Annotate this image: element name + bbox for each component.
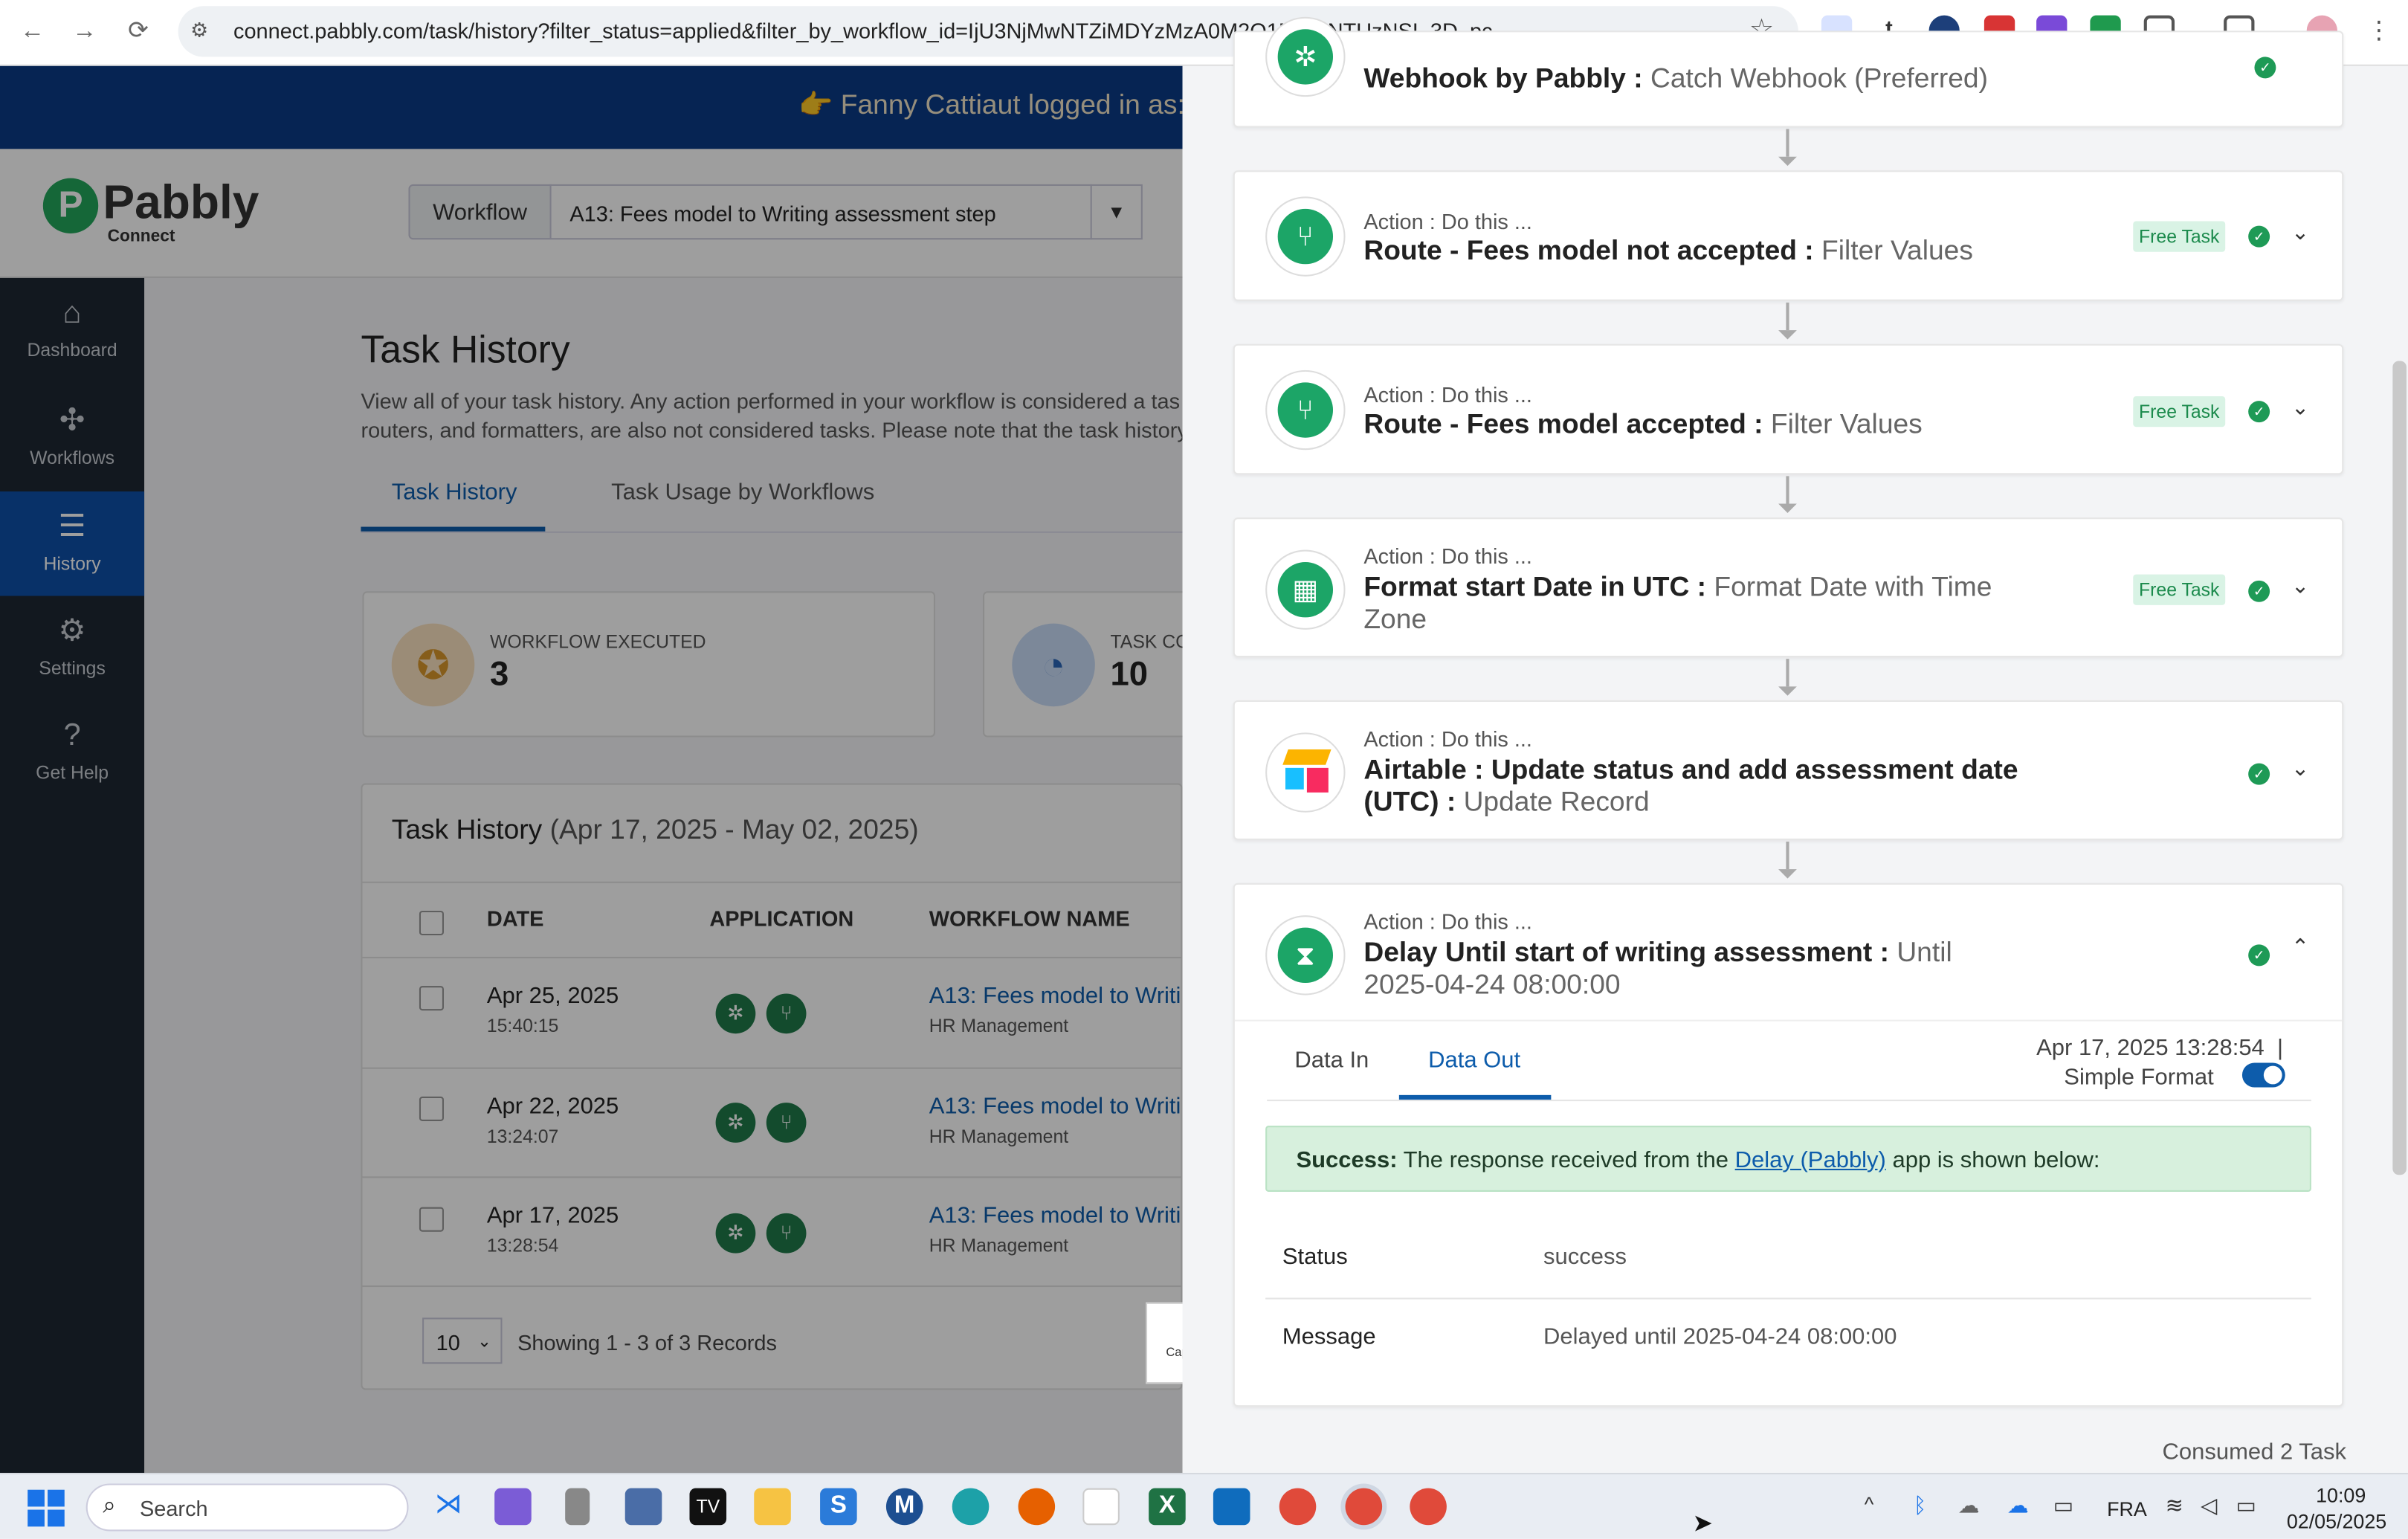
step-card-route-not-accepted[interactable]: ⑂ Action : Do this ... Route - Fees mode… bbox=[1233, 170, 2344, 301]
calculator-icon[interactable] bbox=[624, 1488, 662, 1526]
step-icon: ⧗ bbox=[1265, 915, 1346, 996]
app-icon[interactable] bbox=[1082, 1488, 1120, 1526]
success-check-icon: ✓ bbox=[2254, 57, 2276, 79]
forward-icon[interactable]: → bbox=[68, 16, 101, 49]
chevron-down-icon[interactable]: ⌄ bbox=[2291, 395, 2309, 421]
chevron-down-icon[interactable]: ⌄ bbox=[2291, 755, 2309, 781]
active-tab-underline bbox=[1398, 1094, 1552, 1100]
windows-start-icon[interactable] bbox=[28, 1489, 65, 1527]
kv-key: Status bbox=[1282, 1244, 1348, 1271]
success-check-icon: ✓ bbox=[2248, 580, 2270, 602]
simple-format-label: Simple Format bbox=[2064, 1064, 2214, 1091]
tab-divider bbox=[1267, 1100, 2311, 1102]
chrome-icon[interactable] bbox=[1345, 1488, 1383, 1526]
free-task-badge: Free Task bbox=[2133, 574, 2226, 605]
app-icon[interactable] bbox=[494, 1488, 532, 1526]
onedrive-icon[interactable]: ☁ bbox=[2007, 1493, 2029, 1519]
edge-icon[interactable] bbox=[952, 1488, 990, 1526]
airtable-icon bbox=[1265, 732, 1346, 813]
step-title: Delay Until start of writing assessment … bbox=[1363, 937, 1952, 1000]
chevron-down-icon[interactable]: ⌄ bbox=[2291, 573, 2309, 599]
kv-value: success bbox=[1543, 1244, 1627, 1271]
router-icon: ⑂ bbox=[1277, 208, 1334, 265]
step-card-airtable[interactable]: Action : Do this ... Airtable : Update s… bbox=[1233, 700, 2344, 840]
step-card-route-accepted[interactable]: ⑂ Action : Do this ... Route - Fees mode… bbox=[1233, 343, 2344, 475]
mouse-cursor-icon: ➤ bbox=[1692, 1511, 1714, 1538]
taskbar-search[interactable]: ⌕ Search bbox=[85, 1483, 409, 1532]
vscode-icon[interactable]: ⋊ bbox=[430, 1488, 467, 1526]
clock-time[interactable]: 10:09 bbox=[2316, 1483, 2366, 1506]
clock-date[interactable]: 02/05/2025 bbox=[2287, 1510, 2386, 1533]
step-icon: ⑂ bbox=[1265, 196, 1346, 277]
calendar-icon: ▦ bbox=[1277, 562, 1334, 618]
tab-data-out[interactable]: Data Out bbox=[1428, 1048, 1520, 1074]
bluetooth-icon[interactable]: ᛒ bbox=[1914, 1493, 1926, 1517]
display-icon[interactable]: ▭ bbox=[2053, 1493, 2073, 1519]
step-title: Format start Date in UTC : Format Date w… bbox=[1363, 571, 1992, 635]
battery-icon[interactable]: ▭ bbox=[2236, 1493, 2256, 1519]
language-indicator[interactable]: FRA bbox=[2107, 1497, 2147, 1520]
step-title: Route - Fees model accepted : Filter Val… bbox=[1363, 408, 1923, 439]
success-check-icon: ✓ bbox=[2248, 401, 2270, 423]
step-title: Route - Fees model not accepted : Filter… bbox=[1363, 235, 1973, 266]
app-m-icon[interactable]: M bbox=[885, 1488, 923, 1526]
step-title: Airtable : Update status and add assessm… bbox=[1363, 754, 2018, 817]
webhook-icon: ✲ bbox=[1277, 29, 1334, 85]
step-card-webhook[interactable]: ✲ Webhook by Pabbly : Catch Webhook (Pre… bbox=[1233, 16, 2344, 128]
firefox-icon[interactable] bbox=[1018, 1488, 1056, 1526]
file-explorer-icon[interactable] bbox=[754, 1488, 791, 1526]
success-check-icon: ✓ bbox=[2248, 225, 2270, 248]
hourglass-icon: ⧗ bbox=[1277, 927, 1334, 984]
modal-overlay[interactable] bbox=[0, 65, 1183, 1474]
delay-app-link[interactable]: Delay (Pabbly) bbox=[1735, 1147, 1886, 1173]
kv-key: Message bbox=[1282, 1323, 1376, 1350]
router-icon: ⑂ bbox=[1277, 382, 1334, 438]
search-icon: ⌕ bbox=[103, 1492, 116, 1519]
back-icon[interactable]: ← bbox=[16, 16, 49, 49]
tradingview-icon[interactable]: TV bbox=[689, 1488, 727, 1526]
app-icon[interactable] bbox=[565, 1488, 590, 1526]
success-check-icon: ✓ bbox=[2248, 763, 2270, 785]
success-check-icon: ✓ bbox=[2248, 944, 2270, 967]
step-icon: ⑂ bbox=[1265, 370, 1346, 451]
kv-value: Delayed until 2025-04-24 08:00:00 bbox=[1543, 1323, 1897, 1350]
simple-format-toggle[interactable] bbox=[2241, 1062, 2285, 1088]
outlook-icon[interactable] bbox=[1213, 1488, 1250, 1526]
wifi-icon[interactable]: ≋ bbox=[2166, 1493, 2183, 1519]
execution-timestamp: Apr 17, 2025 13:28:54 | bbox=[2036, 1035, 2284, 1062]
step-title: Webhook by Pabbly : Catch Webhook (Prefe… bbox=[1363, 62, 1988, 94]
cloud-icon[interactable]: ☁ bbox=[1958, 1493, 1980, 1519]
chevron-up-icon[interactable]: ^ bbox=[1865, 1493, 1874, 1516]
volume-icon[interactable]: ◁ bbox=[2201, 1493, 2217, 1519]
consumed-tasks: Consumed 2 Task bbox=[2162, 1439, 2346, 1465]
step-card-format-date[interactable]: ▦ Action : Do this ... Format start Date… bbox=[1233, 517, 2344, 658]
chevron-down-icon[interactable]: ⌄ bbox=[2291, 219, 2309, 245]
site-info-icon[interactable]: ⚙ bbox=[190, 19, 208, 43]
tab-data-in[interactable]: Data In bbox=[1294, 1048, 1369, 1074]
chevron-up-icon[interactable]: ⌃ bbox=[2291, 934, 2309, 960]
chrome-icon[interactable] bbox=[1279, 1488, 1317, 1526]
step-icon: ✲ bbox=[1265, 16, 1346, 97]
app-s-icon[interactable]: S bbox=[820, 1488, 857, 1526]
step-icon: ▦ bbox=[1265, 549, 1346, 630]
reload-icon[interactable]: ⟳ bbox=[121, 16, 155, 49]
panel-scrollbar[interactable] bbox=[2392, 361, 2407, 1175]
success-alert: Success: The response received from the … bbox=[1265, 1126, 2311, 1192]
chrome-icon[interactable] bbox=[1410, 1488, 1447, 1526]
free-task-badge: Free Task bbox=[2133, 221, 2226, 252]
excel-icon[interactable]: X bbox=[1149, 1488, 1186, 1526]
menu-kebab-icon[interactable]: ⋮ bbox=[2366, 16, 2391, 46]
free-task-badge: Free Task bbox=[2133, 396, 2226, 428]
